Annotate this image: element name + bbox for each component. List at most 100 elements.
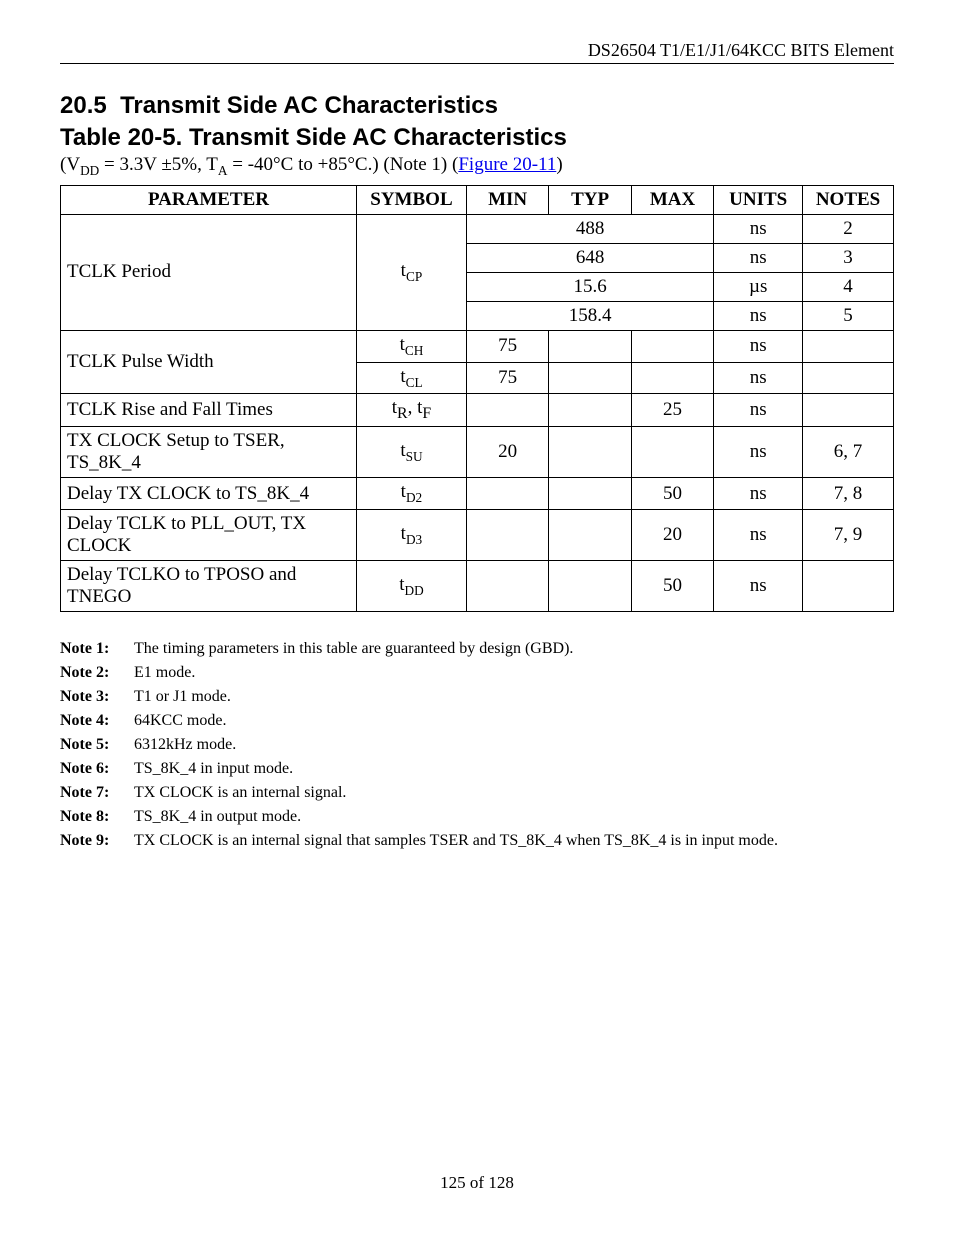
cond-text: = -40°C to +85°C.) (Note 1) ( <box>228 154 459 175</box>
footnote-label: Note 5: <box>60 736 134 754</box>
cell-units: ns <box>714 214 803 243</box>
cell-notes <box>803 330 894 362</box>
cell-units: ns <box>714 301 803 330</box>
cell-notes <box>803 560 894 611</box>
cell-typ: 648 <box>466 243 713 272</box>
page-footer: 125 of 128 <box>0 1173 954 1193</box>
cell-parameter: TCLK Pulse Width <box>61 330 357 394</box>
cell-min <box>466 394 548 427</box>
cell-units: ns <box>714 427 803 478</box>
cond-sub: A <box>218 163 228 178</box>
footnote-label: Note 7: <box>60 784 134 802</box>
footnote-label: Note 1: <box>60 640 134 658</box>
cell-max <box>631 362 713 394</box>
cell-notes: 2 <box>803 214 894 243</box>
footnote-row: Note 4:64KCC mode. <box>60 712 894 730</box>
table-row: Delay TCLK to PLL_OUT, TX CLOCKtD320ns7,… <box>61 509 894 560</box>
footnote-text: TS_8K_4 in output mode. <box>134 808 894 826</box>
col-typ: TYP <box>549 185 631 214</box>
footnote-label: Note 8: <box>60 808 134 826</box>
cell-parameter: Delay TCLKO to TPOSO and TNEGO <box>61 560 357 611</box>
table-title: Table 20-5. Transmit Side AC Characteris… <box>60 124 894 152</box>
cell-symbol: tCH <box>356 330 466 362</box>
cond-text: = 3.3V ±5%, T <box>99 154 218 175</box>
cell-max <box>631 427 713 478</box>
cell-symbol: tCP <box>356 214 466 330</box>
footnote-row: Note 7:TX CLOCK is an internal signal. <box>60 784 894 802</box>
cond-sub: DD <box>80 163 99 178</box>
cell-typ <box>549 509 631 560</box>
table-header-row: PARAMETER SYMBOL MIN TYP MAX UNITS NOTES <box>61 185 894 214</box>
cond-text: (V <box>60 154 80 175</box>
footnote-row: Note 5:6312kHz mode. <box>60 736 894 754</box>
cell-units: ns <box>714 330 803 362</box>
table-row: TX CLOCK Setup to TSER, TS_8K_4tSU20ns6,… <box>61 427 894 478</box>
section-title: Transmit Side AC Characteristics <box>120 92 498 119</box>
footnote-row: Note 2:E1 mode. <box>60 664 894 682</box>
footnote-text: TS_8K_4 in input mode. <box>134 760 894 778</box>
cell-parameter: TCLK Rise and Fall Times <box>61 394 357 427</box>
cell-min <box>466 478 548 510</box>
footnote-row: Note 1:The timing parameters in this tab… <box>60 640 894 658</box>
footnote-text: E1 mode. <box>134 664 894 682</box>
footnote-row: Note 3:T1 or J1 mode. <box>60 688 894 706</box>
table-row: Delay TCLKO to TPOSO and TNEGOtDD 50ns <box>61 560 894 611</box>
table-row: TCLK PeriodtCP488ns2 <box>61 214 894 243</box>
cell-symbol: tD3 <box>356 509 466 560</box>
cell-notes: 6, 7 <box>803 427 894 478</box>
footnote-row: Note 6:TS_8K_4 in input mode. <box>60 760 894 778</box>
col-notes: NOTES <box>803 185 894 214</box>
section-heading: 20.5 Transmit Side AC Characteristics <box>60 92 894 120</box>
cell-symbol: tD2 <box>356 478 466 510</box>
cell-units: ns <box>714 362 803 394</box>
cell-symbol: tCL <box>356 362 466 394</box>
footnote-text: TX CLOCK is an internal signal that samp… <box>134 832 894 850</box>
footnote-row: Note 8:TS_8K_4 in output mode. <box>60 808 894 826</box>
footnote-text: 6312kHz mode. <box>134 736 894 754</box>
cell-units: ns <box>714 509 803 560</box>
cell-max: 50 <box>631 478 713 510</box>
cell-typ: 15.6 <box>466 272 713 301</box>
cell-min <box>466 509 548 560</box>
table-row: Delay TX CLOCK to TS_8K_4tD250ns7, 8 <box>61 478 894 510</box>
cell-typ: 488 <box>466 214 713 243</box>
cell-units: ns <box>714 478 803 510</box>
cell-min: 75 <box>466 330 548 362</box>
footnote-text: 64KCC mode. <box>134 712 894 730</box>
footnote-label: Note 6: <box>60 760 134 778</box>
footnote-label: Note 4: <box>60 712 134 730</box>
cell-symbol: tDD <box>356 560 466 611</box>
cell-notes: 4 <box>803 272 894 301</box>
cell-max: 20 <box>631 509 713 560</box>
cell-typ <box>549 330 631 362</box>
cell-notes: 3 <box>803 243 894 272</box>
cell-typ <box>549 394 631 427</box>
col-units: UNITS <box>714 185 803 214</box>
cell-symbol: tR, tF <box>356 394 466 427</box>
table-row: TCLK Rise and Fall TimestR, tF25ns <box>61 394 894 427</box>
footnote-label: Note 2: <box>60 664 134 682</box>
footnote-text: The timing parameters in this table are … <box>134 640 894 658</box>
cell-notes: 7, 8 <box>803 478 894 510</box>
cell-min <box>466 560 548 611</box>
cell-typ: 158.4 <box>466 301 713 330</box>
footnote-text: T1 or J1 mode. <box>134 688 894 706</box>
cell-max: 50 <box>631 560 713 611</box>
col-min: MIN <box>466 185 548 214</box>
header-rule <box>60 63 894 64</box>
cell-units: ns <box>714 394 803 427</box>
section-number: 20.5 <box>60 92 107 119</box>
col-parameter: PARAMETER <box>61 185 357 214</box>
footnote-label: Note 9: <box>60 832 134 850</box>
footnotes-block: Note 1:The timing parameters in this tab… <box>60 640 894 850</box>
cell-notes: 5 <box>803 301 894 330</box>
col-symbol: SYMBOL <box>356 185 466 214</box>
cell-notes <box>803 394 894 427</box>
cell-units: ns <box>714 243 803 272</box>
cell-parameter: TX CLOCK Setup to TSER, TS_8K_4 <box>61 427 357 478</box>
cell-units: ns <box>714 560 803 611</box>
cell-parameter: Delay TCLK to PLL_OUT, TX CLOCK <box>61 509 357 560</box>
figure-link[interactable]: Figure 20-11 <box>458 154 556 175</box>
cell-parameter: TCLK Period <box>61 214 357 330</box>
cell-min: 20 <box>466 427 548 478</box>
